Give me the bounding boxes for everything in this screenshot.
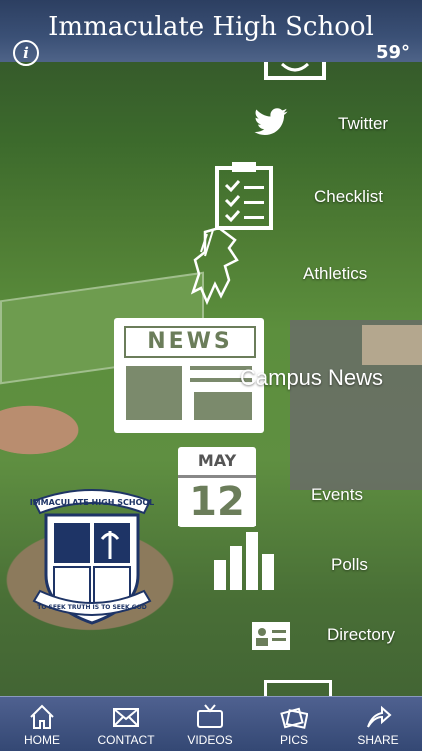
bar-chart-icon[interactable] (212, 530, 276, 592)
tab-videos-label: VIDEOS (187, 733, 233, 747)
ruler-icon[interactable] (264, 62, 326, 82)
crest-top-text: IMMACULATE HIGH SCHOOL (30, 498, 155, 507)
info-icon[interactable]: i (13, 40, 39, 66)
menu-item-events[interactable]: Events (311, 485, 363, 505)
calendar-icon[interactable]: MAY 12 (178, 447, 256, 527)
twitter-icon[interactable] (253, 108, 289, 138)
tab-pics-label: PICS (279, 733, 308, 747)
menu-item-twitter[interactable]: Twitter (338, 114, 388, 134)
tab-videos[interactable]: VIDEOS (168, 697, 252, 751)
calendar-day: 12 (178, 475, 256, 526)
menu-item-campus-news[interactable]: Campus News (240, 365, 383, 391)
building (362, 325, 422, 365)
photos-icon (280, 707, 308, 729)
crest-bottom-text: TO SEEK TRUTH IS TO SEEK GOD (37, 604, 147, 611)
directory-icon[interactable] (250, 616, 292, 652)
menu-item-checklist[interactable]: Checklist (314, 187, 383, 207)
school-crest-logo: IMMACULATE HIGH SCHOOL TO SEEK TRUTH IS … (30, 489, 155, 625)
envelope-icon (113, 708, 139, 727)
tab-home[interactable]: HOME (0, 697, 84, 751)
news-badge: NEWS (124, 326, 256, 358)
tab-share[interactable]: SHARE (336, 697, 420, 751)
tab-contact-label: CONTACT (97, 733, 155, 747)
tab-home-label: HOME (24, 733, 60, 747)
checklist-icon[interactable] (214, 160, 274, 230)
mustang-icon[interactable] (185, 226, 251, 310)
folder-icon[interactable] (264, 680, 332, 697)
app-title: Immaculate High School (48, 12, 374, 42)
menu-item-polls[interactable]: Polls (331, 555, 368, 575)
bottom-tab-bar: HOME CONTACT VIDEOS PICS SHARE (0, 696, 422, 751)
tab-contact[interactable]: CONTACT (84, 697, 168, 751)
tv-icon (197, 704, 223, 728)
share-icon (367, 705, 392, 728)
temperature-readout: 59° (375, 42, 410, 63)
menu-item-directory[interactable]: Directory (327, 625, 395, 645)
menu-item-athletics[interactable]: Athletics (303, 264, 367, 284)
home-icon (30, 704, 54, 729)
calendar-month: MAY (197, 451, 237, 470)
tab-share-label: SHARE (357, 733, 399, 747)
tab-pics[interactable]: PICS (252, 697, 336, 751)
